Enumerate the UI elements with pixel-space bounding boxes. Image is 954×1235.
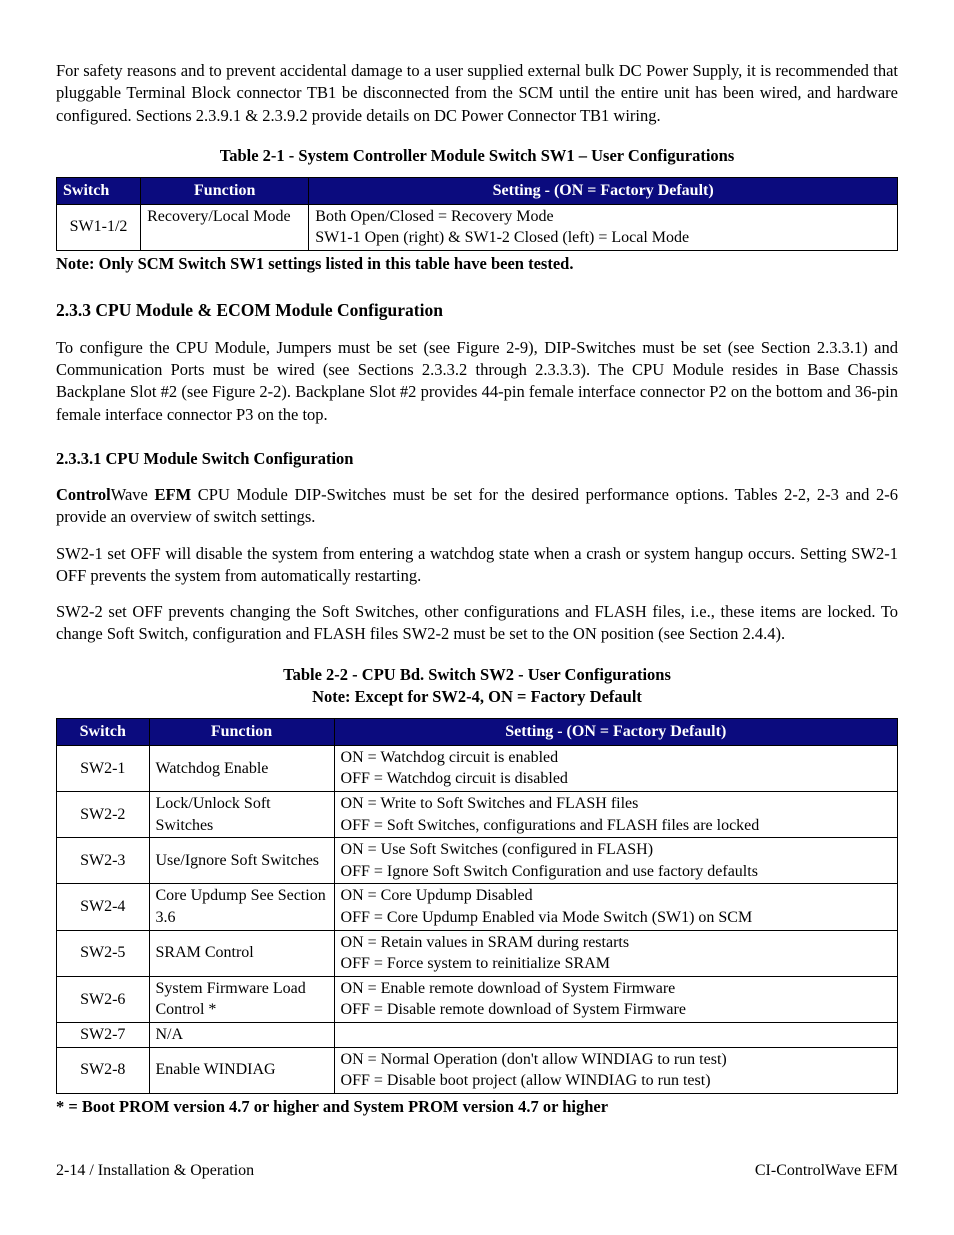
- cell-function: SRAM Control: [149, 930, 334, 976]
- brand-wave: Wave: [111, 485, 148, 504]
- setting-on: ON = Core Updump Disabled: [341, 885, 891, 907]
- cell-setting: ON = Enable remote download of System Fi…: [334, 976, 897, 1022]
- cell-switch: SW2-1: [57, 745, 150, 791]
- cell-function: Enable WINDIAG: [149, 1047, 334, 1093]
- cell-function: System Firmware Load Control *: [149, 976, 334, 1022]
- cell-function: Recovery/Local Mode: [141, 204, 309, 250]
- footer-right: CI-ControlWave EFM: [755, 1160, 898, 1182]
- setting-on: ON = Normal Operation (don't allow WINDI…: [341, 1049, 891, 1071]
- cell-setting: ON = Normal Operation (don't allow WINDI…: [334, 1047, 897, 1093]
- table-row: SW2-5SRAM Control ON = Retain values in S…: [57, 930, 898, 976]
- cell-setting: ON = Write to Soft Switches and FLASH fi…: [334, 791, 897, 837]
- cell-setting: ON = Watchdog circuit is enabledOFF = Wa…: [334, 745, 897, 791]
- page-footer: 2-14 / Installation & Operation CI-Contr…: [56, 1160, 898, 1182]
- th-setting: Setting - (ON = Factory Default): [309, 178, 898, 205]
- table2-caption-line1: Table 2-2 - CPU Bd. Switch SW2 - User Co…: [283, 665, 671, 684]
- setting-on: ON = Write to Soft Switches and FLASH fi…: [341, 793, 891, 815]
- setting-on: ON = Enable remote download of System Fi…: [341, 978, 891, 1000]
- th-switch: Switch: [57, 719, 150, 746]
- setting-off: SW1-1 Open (right) & SW1-2 Closed (left)…: [315, 227, 891, 249]
- table-row: SW2-4Core Updump See Section 3.6ON = Cor…: [57, 884, 898, 930]
- setting-off: OFF = Disable remote download of System …: [341, 999, 891, 1021]
- table-row: SW2-1Watchdog EnableON = Watchdog circui…: [57, 745, 898, 791]
- table-row: SW2-6System Firmware Load Control * ON = …: [57, 976, 898, 1022]
- table-sw1: Switch Function Setting - (ON = Factory …: [56, 177, 898, 251]
- cell-function: N/A: [149, 1022, 334, 1047]
- cell-switch: SW2-3: [57, 838, 150, 884]
- table1-note: Note: Only SCM Switch SW1 settings liste…: [56, 253, 898, 275]
- setting-off: OFF = Force system to reinitialize SRAM: [341, 953, 891, 975]
- cell-switch: SW2-6: [57, 976, 150, 1022]
- table2-caption-line2: Note: Except for SW2-4, ON = Factory Def…: [312, 687, 642, 706]
- table-row: SW2-2Lock/Unlock Soft Switches ON = Write…: [57, 791, 898, 837]
- cell-setting: ON = Use Soft Switches (configured in FL…: [334, 838, 897, 884]
- th-switch: Switch: [57, 178, 141, 205]
- th-setting: Setting - (ON = Factory Default): [334, 719, 897, 746]
- table-row: SW2-7N/A: [57, 1022, 898, 1047]
- table1-caption: Table 2-1 - System Controller Module Swi…: [56, 145, 898, 167]
- cell-function: Watchdog Enable: [149, 745, 334, 791]
- footer-left: 2-14 / Installation & Operation: [56, 1160, 254, 1182]
- table2-footnote: * = Boot PROM version 4.7 or higher and …: [56, 1096, 898, 1118]
- para-2331-2: SW2-1 set OFF will disable the system fr…: [56, 543, 898, 588]
- table-row: SW1-1/2 Recovery/Local Mode Both Open/Cl…: [57, 204, 898, 250]
- setting-off: OFF = Watchdog circuit is disabled: [341, 768, 891, 790]
- heading-2331: 2.3.3.1 CPU Module Switch Configuration: [56, 448, 898, 470]
- cell-switch: SW2-8: [57, 1047, 150, 1093]
- setting-off: OFF = Ignore Soft Switch Configuration a…: [341, 861, 891, 883]
- table-row: SW2-3Use/Ignore Soft Switches ON = Use So…: [57, 838, 898, 884]
- para-233: To configure the CPU Module, Jumpers mus…: [56, 337, 898, 426]
- table2-caption: Table 2-2 - CPU Bd. Switch SW2 - User Co…: [56, 664, 898, 709]
- brand-efm: EFM: [148, 485, 191, 504]
- cell-setting: [334, 1022, 897, 1047]
- cell-switch: SW2-5: [57, 930, 150, 976]
- cell-function: Lock/Unlock Soft Switches: [149, 791, 334, 837]
- table-row: SW2-8Enable WINDIAG ON = Normal Operation…: [57, 1047, 898, 1093]
- th-function: Function: [149, 719, 334, 746]
- cell-function: Use/Ignore Soft Switches: [149, 838, 334, 884]
- setting-off: OFF = Soft Switches, configurations and …: [341, 815, 891, 837]
- setting-off: OFF = Core Updump Enabled via Mode Switc…: [341, 907, 891, 929]
- setting-on: ON = Retain values in SRAM during restar…: [341, 932, 891, 954]
- cell-switch: SW2-2: [57, 791, 150, 837]
- th-function: Function: [141, 178, 309, 205]
- heading-233: 2.3.3 CPU Module & ECOM Module Configura…: [56, 299, 898, 323]
- para-2331-3: SW2-2 set OFF prevents changing the Soft…: [56, 601, 898, 646]
- cell-switch: SW2-7: [57, 1022, 150, 1047]
- brand-control: Control: [56, 485, 111, 504]
- table-sw2: Switch Function Setting - (ON = Factory …: [56, 718, 898, 1094]
- para-2331-1: ControlWave EFM CPU Module DIP-Switches …: [56, 484, 898, 529]
- cell-setting: Both Open/Closed = Recovery Mode SW1-1 O…: [309, 204, 898, 250]
- intro-paragraph: For safety reasons and to prevent accide…: [56, 60, 898, 127]
- cell-switch: SW1-1/2: [57, 204, 141, 250]
- cell-setting: ON = Core Updump DisabledOFF = Core Updu…: [334, 884, 897, 930]
- setting-on: ON = Use Soft Switches (configured in FL…: [341, 839, 891, 861]
- setting-on: ON = Watchdog circuit is enabled: [341, 747, 891, 769]
- cell-function: Core Updump See Section 3.6: [149, 884, 334, 930]
- setting-on: Both Open/Closed = Recovery Mode: [315, 206, 891, 228]
- setting-off: OFF = Disable boot project (allow WINDIA…: [341, 1070, 891, 1092]
- cell-setting: ON = Retain values in SRAM during restar…: [334, 930, 897, 976]
- cell-switch: SW2-4: [57, 884, 150, 930]
